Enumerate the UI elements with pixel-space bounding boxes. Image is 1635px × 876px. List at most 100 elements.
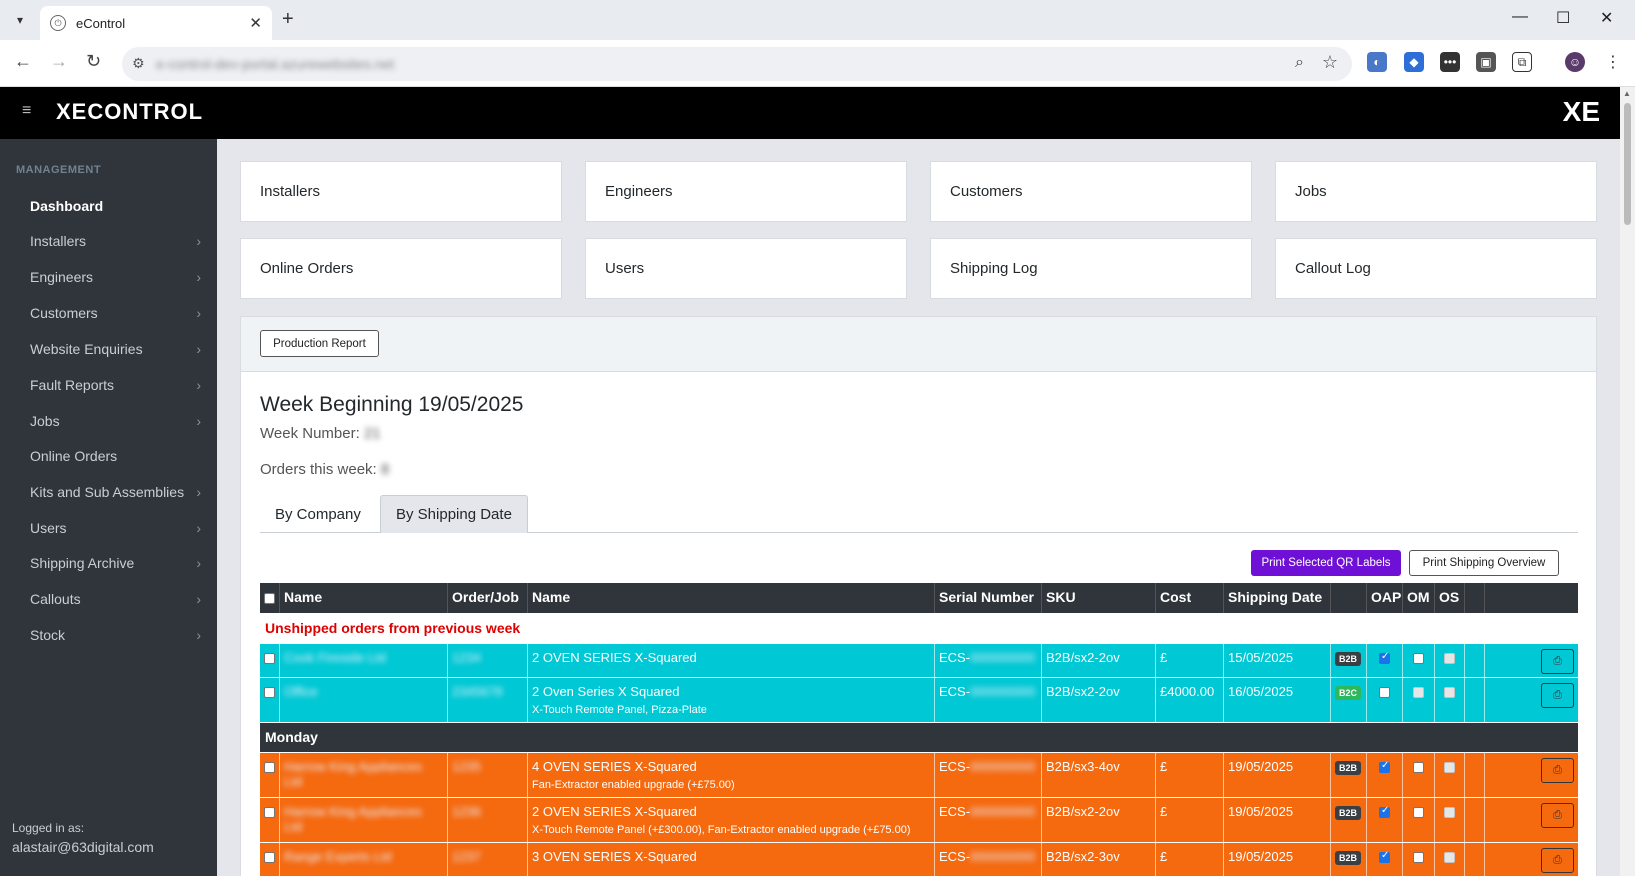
- row-checkbox[interactable]: [264, 807, 275, 819]
- om-checkbox[interactable]: [1413, 762, 1424, 774]
- extension-icon-3[interactable]: •••: [1440, 52, 1460, 72]
- card-shipping-log[interactable]: Shipping Log: [930, 238, 1252, 299]
- address-bar[interactable]: ⚙ e-control-dev-portal.azurewebsites.net…: [122, 47, 1352, 81]
- tab-by-shipping-date[interactable]: By Shipping Date: [380, 495, 528, 533]
- close-tab-icon[interactable]: ✕: [249, 14, 262, 32]
- sidebar-item-jobs[interactable]: Jobs ›: [0, 406, 217, 436]
- sidebar-item-kits[interactable]: Kits and Sub Assemblies ›: [0, 477, 217, 507]
- sidebar-item-website-enquiries[interactable]: Website Enquiries ›: [0, 334, 217, 364]
- row-checkbox[interactable]: [264, 852, 275, 864]
- tab-by-company[interactable]: By Company: [260, 495, 376, 533]
- row-om: [1403, 753, 1435, 797]
- tab-search-button[interactable]: ▾: [8, 8, 32, 32]
- browser-tab[interactable]: ⏻ eControl ✕: [40, 6, 272, 40]
- card-online-orders[interactable]: Online Orders: [240, 238, 562, 299]
- oap-checkbox[interactable]: [1379, 850, 1390, 864]
- scrollbar-thumb[interactable]: [1624, 103, 1631, 225]
- row-os: [1435, 843, 1465, 876]
- sidebar-item-stock[interactable]: Stock ›: [0, 620, 217, 650]
- row-actions: ⎙: [1485, 798, 1578, 842]
- oap-checkbox[interactable]: [1379, 651, 1390, 665]
- print-icon[interactable]: ⎙: [1541, 649, 1574, 674]
- card-engineers[interactable]: Engineers: [585, 161, 907, 222]
- row-checkbox[interactable]: [264, 687, 275, 699]
- sidebar-item-label: Kits and Sub Assemblies: [30, 484, 185, 500]
- extension-icon-1[interactable]: ◐: [1367, 52, 1387, 72]
- om-checkbox[interactable]: [1413, 852, 1424, 864]
- production-report-button[interactable]: Production Report: [260, 330, 379, 357]
- extension-icon-4[interactable]: ▣: [1476, 52, 1496, 72]
- card-customers[interactable]: Customers: [930, 161, 1252, 222]
- maximize-button[interactable]: ☐: [1556, 8, 1570, 28]
- card-callout-log[interactable]: Callout Log: [1275, 238, 1597, 299]
- sidebar-item-callouts[interactable]: Callouts ›: [0, 584, 217, 614]
- reload-button[interactable]: ↻: [86, 51, 101, 72]
- print-icon[interactable]: ⎙: [1541, 803, 1574, 828]
- select-all-checkbox[interactable]: [264, 592, 275, 604]
- card-users[interactable]: Users: [585, 238, 907, 299]
- new-tab-button[interactable]: +: [282, 8, 294, 31]
- card-jobs[interactable]: Jobs: [1275, 161, 1597, 222]
- row-cost: £: [1156, 798, 1224, 842]
- zoom-icon[interactable]: ⌕: [1295, 54, 1304, 72]
- app-logo[interactable]: XECONTROL: [56, 99, 203, 125]
- row-select-cell: [260, 843, 280, 876]
- print-qr-labels-button[interactable]: Print Selected QR Labels: [1251, 550, 1401, 576]
- back-button[interactable]: ←: [14, 51, 32, 72]
- row-os: [1435, 678, 1465, 722]
- table-row[interactable]: Harrow King Appliances Ltd 1236 2 OVEN S…: [260, 798, 1578, 843]
- extensions-puzzle-icon[interactable]: ⧉: [1512, 52, 1532, 72]
- oap-checkbox[interactable]: [1379, 760, 1390, 774]
- product-extras: X-Touch Remote Panel, Pizza-Plate: [532, 704, 707, 716]
- row-serial: ECS-000000000: [935, 798, 1042, 842]
- row-cost: £4000.00: [1156, 678, 1224, 722]
- sidebar-item-engineers[interactable]: Engineers ›: [0, 262, 217, 292]
- profile-avatar[interactable]: ☺: [1565, 52, 1585, 72]
- minimize-button[interactable]: —: [1512, 8, 1528, 26]
- serial-prefix: ECS-: [939, 804, 971, 819]
- row-select-cell: [260, 798, 280, 842]
- table-row[interactable]: Harrow King Appliances Ltd 1235 4 OVEN S…: [260, 753, 1578, 798]
- site-info-icon[interactable]: ⚙: [132, 55, 145, 72]
- print-icon[interactable]: ⎙: [1541, 848, 1574, 873]
- oap-checkbox[interactable]: [1379, 805, 1390, 819]
- bookmark-star-icon[interactable]: ☆: [1322, 52, 1338, 73]
- sidebar-item-label: Jobs: [30, 413, 60, 429]
- hamburger-menu-icon[interactable]: ≡: [22, 102, 31, 120]
- close-window-button[interactable]: ✕: [1600, 8, 1613, 28]
- row-company: Office: [280, 678, 448, 722]
- header-shipping-date: Shipping Date: [1224, 583, 1331, 613]
- om-checkbox[interactable]: [1413, 653, 1424, 665]
- panel-header: Production Report: [241, 317, 1596, 372]
- scroll-up-icon[interactable]: ▲: [1623, 89, 1631, 98]
- browser-menu-icon[interactable]: ⋮: [1603, 52, 1623, 72]
- table-row[interactable]: Office 2345678 2 Oven Series X Squared X-…: [260, 678, 1578, 723]
- sidebar-item-label: Callouts: [30, 591, 81, 607]
- print-icon[interactable]: ⎙: [1541, 683, 1574, 708]
- sidebar-item-users[interactable]: Users ›: [0, 513, 217, 543]
- forward-button[interactable]: →: [50, 51, 68, 72]
- sidebar-item-installers[interactable]: Installers ›: [0, 226, 217, 256]
- card-installers[interactable]: Installers: [240, 161, 562, 222]
- print-shipping-overview-button[interactable]: Print Shipping Overview: [1409, 550, 1559, 576]
- sidebar-item-customers[interactable]: Customers ›: [0, 298, 217, 328]
- row-product: 2 OVEN SERIES X-Squared X-Touch Remote Pa…: [528, 798, 935, 842]
- sidebar-item-dashboard[interactable]: Dashboard: [0, 191, 217, 221]
- table-row[interactable]: Cook Fireside Ltd 1234 2 OVEN SERIES X-S…: [260, 644, 1578, 678]
- sidebar-item-label: Installers: [30, 233, 87, 249]
- om-checkbox[interactable]: [1413, 807, 1424, 819]
- sidebar-item-label: Customers: [30, 305, 98, 321]
- sidebar-item-online-orders[interactable]: Online Orders: [0, 441, 217, 471]
- sidebar-item-shipping-archive[interactable]: Shipping Archive ›: [0, 548, 217, 578]
- brand-logo-right: XE: [1562, 96, 1600, 127]
- row-checkbox[interactable]: [264, 653, 275, 665]
- print-icon[interactable]: ⎙: [1541, 758, 1574, 783]
- header-cost: Cost: [1156, 583, 1224, 613]
- extension-icon-2[interactable]: ◆: [1404, 52, 1424, 72]
- status-badge: B2B: [1335, 851, 1362, 865]
- oap-checkbox[interactable]: [1379, 687, 1390, 699]
- row-checkbox[interactable]: [264, 762, 275, 774]
- table-row[interactable]: Range Experts Ltd 1237 3 OVEN SERIES X-S…: [260, 843, 1578, 876]
- sidebar-item-fault-reports[interactable]: Fault Reports ›: [0, 370, 217, 400]
- page-scrollbar[interactable]: ▲: [1620, 87, 1635, 876]
